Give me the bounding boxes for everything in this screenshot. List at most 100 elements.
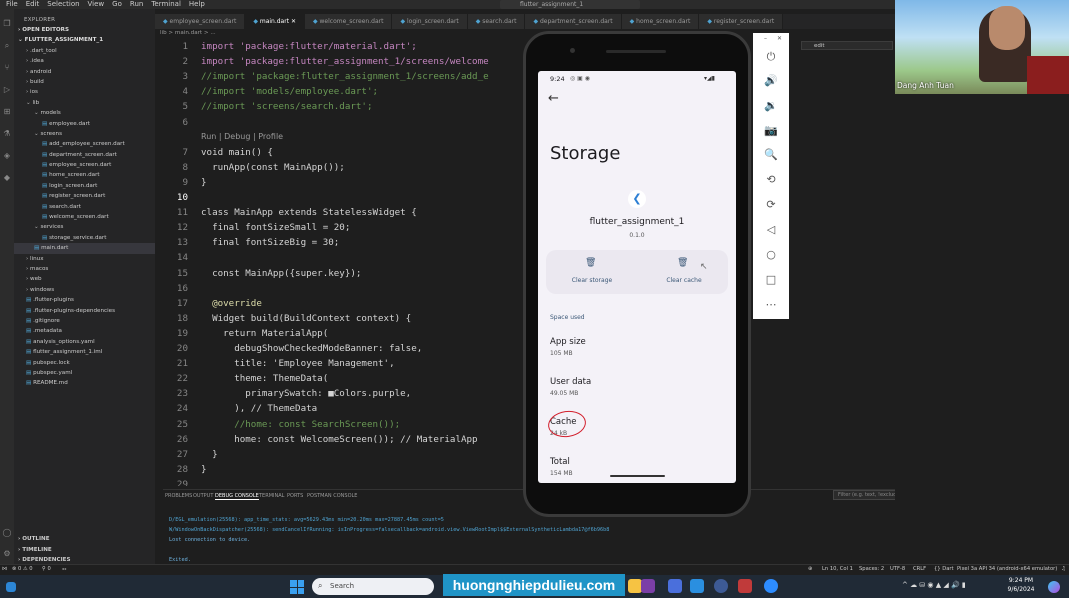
language-mode[interactable]: {} Dart [934, 566, 954, 572]
browser-icon[interactable] [714, 579, 728, 593]
project-root-folder[interactable]: ⌄ FLUTTER_ASSIGNMENT_1 [14, 35, 155, 45]
notifications-bell-icon[interactable]: ♫ [1061, 566, 1066, 572]
menu-go[interactable]: Go [112, 0, 122, 9]
file-item[interactable]: ▤ search.dart [14, 202, 155, 212]
onenote-icon[interactable] [641, 579, 655, 593]
folder-item[interactable]: ⌄ models [14, 108, 155, 118]
folder-item[interactable]: › linux [14, 254, 155, 264]
menu-file[interactable]: File [6, 0, 18, 9]
file-item[interactable]: ▤ employee.dart [14, 119, 155, 129]
panel-tab[interactable]: PROBLEMS [165, 493, 192, 499]
folder-item[interactable]: › web [14, 274, 155, 284]
close-tab-icon[interactable]: ✕ [289, 18, 296, 25]
zoom-status-icon[interactable]: ⊕ [808, 566, 812, 572]
more-options-icon[interactable]: ⋯ [761, 297, 781, 313]
menu-run[interactable]: Run [130, 0, 143, 9]
file-item[interactable]: ▤ README.md [14, 378, 155, 388]
folder-item[interactable]: ⌄ services [14, 222, 155, 232]
file-item[interactable]: ▤ welcome_screen.dart [14, 212, 155, 222]
system-tray-icons[interactable]: ^ ☁ ⛁ ◉ ▲ ◢ 🔊 ▮ [902, 581, 966, 589]
menu-terminal[interactable]: Terminal [151, 0, 181, 9]
widgets-icon[interactable] [6, 582, 16, 592]
editor-tab[interactable]: ◆ home_screen.dart [621, 14, 700, 29]
device-selector[interactable]: Pixel 3a API 34 (android-x64 emulator) [957, 566, 1057, 572]
extensions-icon[interactable]: ⊞ [2, 107, 12, 117]
cursor-position[interactable]: Ln 10, Col 1 [822, 566, 853, 572]
edit-field[interactable]: edit [801, 41, 893, 50]
timeline-section[interactable]: › TIMELINE [14, 545, 155, 555]
file-item[interactable]: ▤ register_screen.dart [14, 191, 155, 201]
editor-tab[interactable]: ◆ search.dart [467, 14, 526, 29]
back-arrow-icon[interactable]: ← [548, 91, 559, 106]
copilot-icon[interactable] [1048, 581, 1060, 593]
folder-item[interactable]: › ios [14, 87, 155, 97]
vscode-icon[interactable] [690, 579, 704, 593]
zoom-app-icon[interactable] [764, 579, 778, 593]
file-item[interactable]: ▤ storage_service.dart [14, 233, 155, 243]
volume-up-icon[interactable]: 🔊 [761, 73, 781, 89]
windows-start-icon[interactable] [290, 580, 304, 594]
editor-tab[interactable]: ◆ main.dart ✕ [245, 14, 305, 29]
folder-item[interactable]: ⌄ screens [14, 129, 155, 139]
editor-tab[interactable]: ◆ welcome_screen.dart [304, 14, 393, 29]
taskbar-search[interactable]: Search [312, 578, 434, 595]
problems-count[interactable]: ⊗ 0 ⚠ 0 [12, 566, 33, 572]
overview-icon[interactable]: □ [761, 272, 781, 288]
file-item[interactable]: ▤ analysis_options.yaml [14, 337, 155, 347]
camera-icon[interactable]: 📷 [761, 123, 781, 139]
file-item[interactable]: ▤ add_employee_screen.dart [14, 139, 155, 149]
file-item[interactable]: ▤ .flutter-plugins-dependencies [14, 306, 155, 316]
chat-app-icon[interactable] [668, 579, 682, 593]
back-icon[interactable]: ◁ [761, 222, 781, 238]
editor-tab[interactable]: ◆ register_screen.dart [699, 14, 784, 29]
menu-edit[interactable]: Edit [26, 0, 40, 9]
volume-down-icon[interactable]: 🔉 [761, 98, 781, 114]
run-debug-icon[interactable]: ▷ [2, 85, 12, 95]
folder-item[interactable]: › .idea [14, 56, 155, 66]
editor-tab[interactable]: ◆ department_screen.dart [525, 14, 622, 29]
flutter-icon[interactable]: ◆ [2, 173, 12, 183]
codelens-run-debug[interactable]: Run | Debug | Profile [201, 132, 283, 141]
remote-icon[interactable]: ◈ [2, 151, 12, 161]
minimize-icon[interactable]: – [764, 35, 767, 42]
account-icon[interactable]: ◯ [2, 528, 12, 538]
testing-icon[interactable]: ⚗ [2, 129, 12, 139]
panel-tab[interactable]: PORTS [287, 493, 303, 499]
source-control-icon[interactable]: ⑂ [2, 63, 12, 73]
folder-item[interactable]: › macos [14, 264, 155, 274]
menu-view[interactable]: View [88, 0, 105, 9]
power-icon[interactable]: ⏻ [761, 49, 781, 65]
remote-indicator-icon[interactable]: ⋈ [2, 566, 7, 572]
folder-item[interactable]: › .dart_tool [14, 46, 155, 56]
indentation[interactable]: Spaces: 2 [859, 566, 884, 572]
file-item[interactable]: ▤ home_screen.dart [14, 170, 155, 180]
file-item[interactable]: ▤ .flutter-plugins [14, 295, 155, 305]
editor-tab[interactable]: ◆ login_screen.dart [392, 14, 468, 29]
panel-tab[interactable]: TERMINAL [259, 493, 284, 499]
file-item[interactable]: ▤ department_screen.dart [14, 150, 155, 160]
dependencies-section[interactable]: › DEPENDENCIES [14, 555, 155, 564]
file-item[interactable]: ▤ login_screen.dart [14, 181, 155, 191]
folder-item[interactable]: ⌄ lib [14, 98, 155, 108]
clear-cache-button[interactable]: Clear cache [656, 277, 712, 284]
panel-tab[interactable]: OUTPUT [193, 493, 213, 499]
file-item[interactable]: ▤ flutter_assignment_1.iml [14, 347, 155, 357]
command-center-title[interactable]: flutter_assignment_1 [500, 0, 640, 9]
zoom-icon[interactable]: 🔍 [761, 147, 781, 163]
panel-tab[interactable]: DEBUG CONSOLE [215, 493, 259, 500]
rotate-left-icon[interactable]: ⟲ [761, 172, 781, 188]
file-item[interactable]: ▤ main.dart [14, 243, 155, 254]
folder-item[interactable]: › windows [14, 285, 155, 295]
ports-count[interactable]: ⚲ 0 [42, 566, 51, 572]
home-icon[interactable]: ○ [761, 247, 781, 263]
clock-time[interactable]: 9:24 PM [1004, 577, 1038, 584]
editor-tab[interactable]: ◆ employee_screen.dart [155, 14, 246, 29]
code-editor[interactable]: 1 import 'package:flutter/material.dart';… [155, 39, 530, 486]
clock-date[interactable]: 9/6/2024 [1004, 586, 1038, 593]
line-endings[interactable]: CRLF [913, 566, 926, 572]
recorder-icon[interactable] [738, 579, 752, 593]
file-item[interactable]: ▤ .gitignore [14, 316, 155, 326]
rotate-right-icon[interactable]: ⟳ [761, 197, 781, 213]
close-icon[interactable]: ✕ [777, 35, 782, 42]
outline-section[interactable]: › OUTLINE [14, 534, 155, 544]
